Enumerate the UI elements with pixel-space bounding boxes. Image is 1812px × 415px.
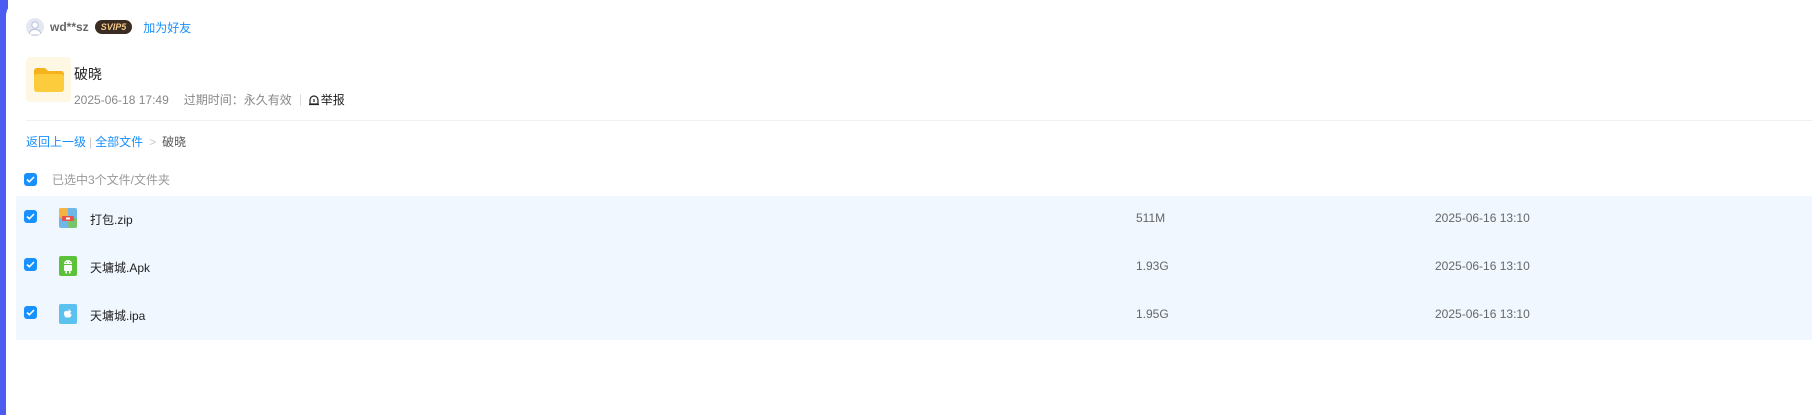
share-header: 破晓 2025-06-18 17:49 过期时间： 永久有效 举报 (26, 57, 345, 108)
file-row[interactable]: 天墉城.Apk 1.93G 2025-06-16 13:10 (16, 244, 1812, 292)
file-row[interactable]: 天墉城.ipa 1.95G 2025-06-16 13:10 (16, 292, 1812, 340)
check-icon (26, 261, 35, 268)
alarm-icon (308, 94, 319, 105)
file-row[interactable]: 打包.zip 511M 2025-06-16 13:10 (16, 196, 1812, 244)
owner-info: wd**sz SVIP5 加为好友 (26, 17, 191, 37)
header-divider (26, 120, 1812, 121)
file-size: 1.93G (1136, 259, 1169, 273)
file-date: 2025-06-16 13:10 (1435, 307, 1530, 321)
all-files-link[interactable]: 全部文件 (95, 133, 143, 150)
owner-username: wd**sz (50, 20, 89, 34)
share-created-time: 2025-06-18 17:49 (74, 92, 169, 107)
android-apk-icon (59, 256, 77, 276)
check-icon (26, 309, 35, 316)
file-date: 2025-06-16 13:10 (1435, 259, 1530, 273)
file-name[interactable]: 天墉城.Apk (90, 259, 150, 276)
share-meta: 2025-06-18 17:49 过期时间： 永久有效 举报 (74, 91, 345, 108)
file-checkbox[interactable] (24, 306, 37, 319)
meta-divider (299, 93, 301, 106)
apple-ipa-icon (59, 304, 77, 324)
breadcrumb-current: 破晓 (162, 135, 187, 149)
breadcrumb-arrow: > (149, 134, 157, 149)
share-panel: wd**sz SVIP5 加为好友 破晓 2025-06-18 17:49 过期… (6, 0, 1812, 415)
zip-archive-icon (59, 208, 77, 228)
expiry-label: 过期时间： (183, 93, 244, 107)
file-size: 511M (1136, 211, 1166, 225)
back-link[interactable]: 返回上一级 (26, 133, 86, 150)
vip-badge: SVIP5 (94, 20, 133, 34)
report-label: 举报 (320, 93, 345, 107)
share-title: 破晓 (74, 66, 102, 82)
file-size: 1.95G (1136, 307, 1169, 321)
file-date: 2025-06-16 13:10 (1435, 211, 1530, 225)
selection-summary: 已选中3个文件/文件夹 (52, 173, 171, 187)
report-button[interactable]: 举报 (308, 91, 345, 108)
check-icon (26, 176, 35, 183)
file-list: 打包.zip 511M 2025-06-16 13:10 天墉城.Apk 1.9… (16, 196, 1812, 340)
select-all-row: 已选中3个文件/文件夹 (24, 171, 170, 188)
file-name[interactable]: 天墉城.ipa (90, 307, 145, 324)
check-icon (26, 213, 35, 220)
file-name[interactable]: 打包.zip (90, 211, 133, 228)
folder-icon (26, 57, 71, 102)
user-avatar-icon[interactable] (26, 18, 44, 36)
select-all-checkbox[interactable] (24, 173, 37, 186)
file-checkbox[interactable] (24, 258, 37, 271)
file-checkbox[interactable] (24, 210, 37, 223)
expiry-value: 永久有效 (243, 93, 292, 107)
add-friend-link[interactable]: 加为好友 (143, 19, 191, 36)
breadcrumb: 返回上一级 | 全部文件 > 破晓 (26, 133, 186, 150)
breadcrumb-separator: | (89, 134, 93, 149)
